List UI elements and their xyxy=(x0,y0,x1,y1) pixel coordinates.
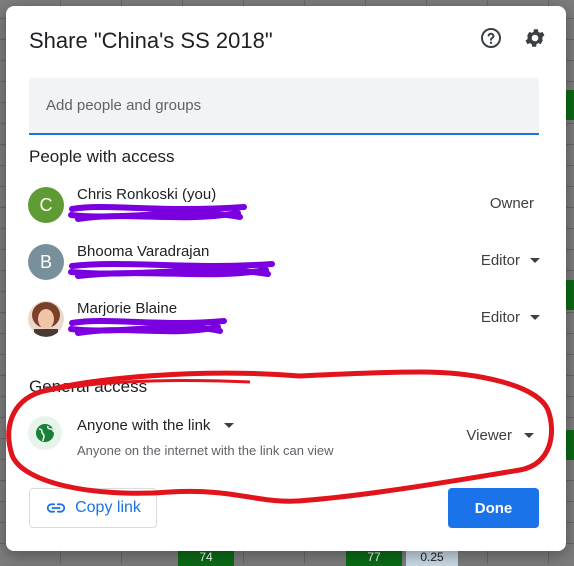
add-people-field[interactable] xyxy=(29,78,539,135)
role-label: Editor xyxy=(480,252,520,269)
avatar-photo xyxy=(28,301,64,337)
gear-icon[interactable] xyxy=(523,26,547,50)
chevron-down-icon xyxy=(524,433,534,438)
chevron-down-icon xyxy=(224,423,235,428)
done-button[interactable]: Done xyxy=(448,488,539,528)
role-label: Owner xyxy=(489,195,534,212)
role-dropdown[interactable]: Editor xyxy=(481,252,540,269)
chevron-down-icon xyxy=(530,315,540,320)
role-dropdown[interactable]: Editor xyxy=(481,309,540,326)
avatar: B xyxy=(28,244,64,280)
link-icon xyxy=(46,503,66,513)
general-access-role-dropdown[interactable]: Viewer xyxy=(466,427,534,444)
share-dialog: Share "China's SS 2018" People with acce… xyxy=(6,6,566,551)
cell-fill xyxy=(566,90,574,120)
dialog-title: Share "China's SS 2018" xyxy=(29,28,273,53)
people-with-access-heading: People with access xyxy=(29,147,175,166)
general-access-heading: General access xyxy=(29,377,148,396)
chevron-down-icon xyxy=(530,258,540,263)
person-row-marjorie: Marjorie Blaine Editor xyxy=(28,297,540,341)
help-circle-icon[interactable] xyxy=(479,26,503,50)
globe-icon xyxy=(36,424,55,442)
redaction-scribble xyxy=(68,204,247,222)
general-access-description: Anyone on the internet with the link can… xyxy=(77,443,334,458)
redaction-scribble xyxy=(68,261,275,279)
redaction-scribble xyxy=(68,318,227,336)
general-access-scope-dropdown[interactable]: Anyone with the link xyxy=(77,417,235,434)
role-label: Editor xyxy=(480,309,520,326)
role-owner: Owner xyxy=(490,195,534,212)
general-access-scope: Anyone with the link xyxy=(77,417,211,434)
cell-fill xyxy=(566,280,574,310)
add-people-input[interactable] xyxy=(29,78,539,133)
cell-fill xyxy=(566,430,574,460)
copy-link-button[interactable]: Copy link xyxy=(29,488,157,528)
copy-link-label: Copy link xyxy=(75,499,141,516)
person-row-bhooma: B Bhooma Varadrajan Editor xyxy=(28,240,540,284)
role-label: Viewer xyxy=(466,427,512,444)
person-row-chris: C Chris Ronkoski (you) Owner xyxy=(28,183,540,227)
general-access-icon-badge xyxy=(28,416,62,450)
avatar: C xyxy=(28,187,64,223)
